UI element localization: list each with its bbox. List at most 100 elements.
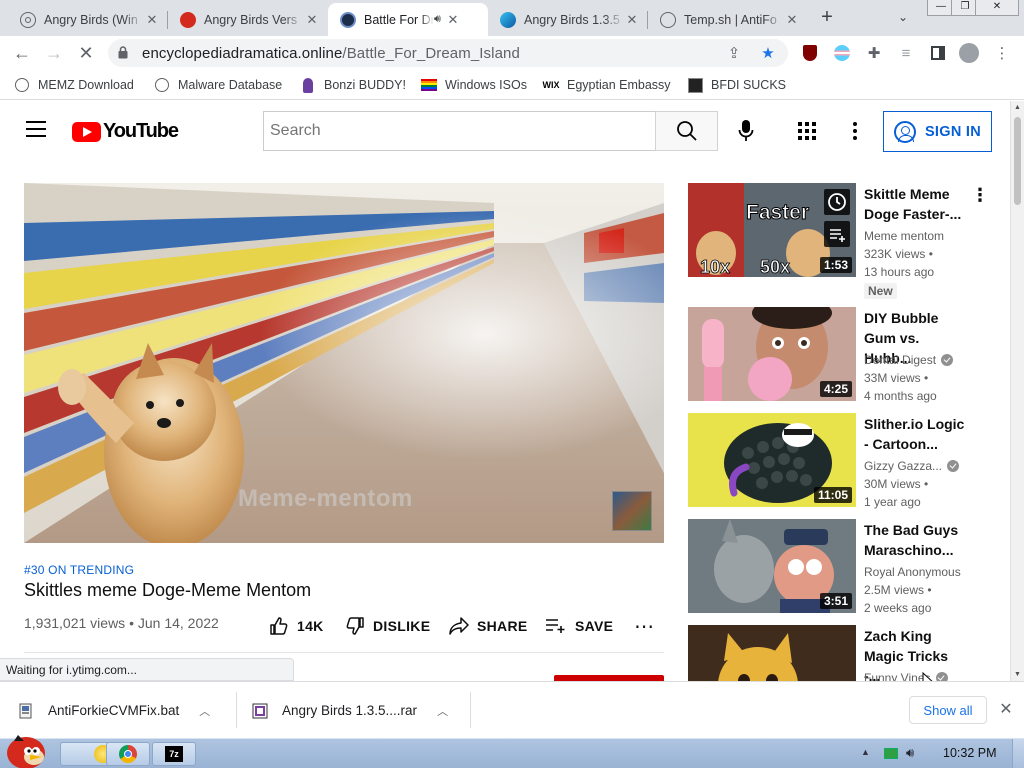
channel-name[interactable]: Gizzy Gazza... bbox=[864, 459, 960, 473]
tab-angry-birds-135[interactable]: Angry Birds 1.3.5 ✕ bbox=[488, 3, 648, 36]
new-tab-button[interactable]: + bbox=[814, 6, 840, 30]
recommendation-item[interactable]: 3:51 The Bad Guys Maraschino... Royal An… bbox=[688, 519, 998, 615]
share-label: SHARE bbox=[477, 618, 528, 634]
like-button[interactable]: 14K bbox=[269, 615, 324, 637]
search-button[interactable] bbox=[655, 111, 718, 151]
search-box bbox=[263, 111, 656, 151]
trending-badge[interactable]: #30 ON TRENDING bbox=[24, 563, 134, 577]
close-icon[interactable]: ✕ bbox=[445, 12, 461, 28]
video-thumbnail[interactable] bbox=[688, 625, 856, 681]
show-hidden-icons-icon[interactable]: ▲ bbox=[861, 747, 870, 757]
tab-temp-sh[interactable]: Temp.sh | AntiFo ✕ bbox=[648, 3, 808, 36]
bookmark-bonzi-buddy[interactable]: Bonzi BUDDY! bbox=[300, 76, 406, 94]
tab-title: Battle For Dream Island bbox=[364, 12, 434, 27]
scroll-up-icon[interactable]: ▲ bbox=[1014, 104, 1021, 111]
recommendation-item[interactable]: 4:25 DIY Bubble Gum vs. Hubb... Dental D… bbox=[688, 307, 998, 403]
recommendation-title[interactable]: The Bad Guys Maraschino... bbox=[864, 520, 968, 560]
recommendation-title[interactable]: Skittle Meme Doge Faster-... bbox=[864, 184, 968, 224]
extensions-puzzle-icon[interactable]: ✚ bbox=[864, 43, 884, 63]
bookmark-egyptian-embassy[interactable]: WIX Egyptian Embassy bbox=[543, 76, 671, 94]
url-path: /Battle_For_Dream_Island bbox=[342, 45, 520, 62]
search-input[interactable] bbox=[264, 112, 655, 150]
close-icon[interactable]: ✕ bbox=[144, 12, 160, 28]
recommendation-title[interactable]: Slither.io Logic - Cartoon... bbox=[864, 414, 968, 454]
close-download-shelf-icon[interactable]: ✕ bbox=[998, 699, 1014, 719]
tab-search-chevron-icon[interactable]: ⌄ bbox=[898, 10, 908, 24]
close-icon[interactable]: ✕ bbox=[304, 12, 320, 28]
save-button[interactable]: SAVE bbox=[545, 615, 613, 637]
video-thumbnail[interactable]: 3:51 bbox=[688, 519, 856, 613]
video-thumbnail[interactable]: 11:05 bbox=[688, 413, 856, 507]
download-item-rar[interactable]: Angry Birds 1.3.5....rar ︿ bbox=[252, 682, 448, 739]
media-control-icon[interactable]: ≡ bbox=[896, 43, 916, 63]
page-scrollbar[interactable]: ▲ ▼ bbox=[1010, 101, 1024, 681]
tab-battle-for-dream-island[interactable]: Battle For Dream Island 🔊︎ ✕ bbox=[328, 3, 488, 36]
channel-name[interactable]: Meme mentom bbox=[864, 229, 944, 243]
close-icon[interactable]: ✕ bbox=[624, 12, 640, 28]
apps-grid-icon[interactable] bbox=[797, 121, 817, 141]
show-all-downloads-button[interactable]: Show all bbox=[909, 696, 987, 724]
start-button-angry-bird-icon[interactable] bbox=[4, 729, 50, 768]
channel-name[interactable]: Dental Digest bbox=[864, 353, 954, 367]
more-actions-icon[interactable]: ⋯ bbox=[634, 615, 654, 638]
save-label: SAVE bbox=[575, 618, 614, 634]
network-status-icon[interactable] bbox=[884, 748, 898, 759]
recommendation-item[interactable]: Zach King Magic Tricks -... Funny Vines bbox=[688, 625, 998, 681]
ublock-icon[interactable] bbox=[800, 43, 820, 63]
share-icon[interactable]: ⇪ bbox=[724, 43, 744, 63]
ed-site-icon bbox=[340, 11, 356, 28]
scrollbar-thumb[interactable] bbox=[1014, 117, 1021, 205]
show-desktop-button[interactable] bbox=[1012, 739, 1024, 768]
settings-more-icon[interactable] bbox=[845, 121, 865, 141]
download-separator bbox=[470, 692, 471, 728]
hamburger-menu-icon[interactable] bbox=[26, 121, 46, 137]
bookmark-bfdi-sucks[interactable]: BFDI SUCKS bbox=[687, 76, 786, 94]
download-shelf: AntiForkieCVMFix.bat ︿ Angry Birds 1.3.5… bbox=[0, 681, 1024, 738]
back-arrow-icon[interactable]: ← bbox=[10, 41, 34, 65]
add-to-playlist-icon bbox=[546, 619, 565, 633]
recommendation-item[interactable]: 11:05 Slither.io Logic - Cartoon... Gizz… bbox=[688, 413, 998, 509]
profile-avatar-icon[interactable] bbox=[959, 43, 979, 63]
stop-loading-icon[interactable]: ✕ bbox=[74, 41, 98, 65]
side-panel-icon[interactable] bbox=[928, 43, 948, 63]
watch-later-clock-icon[interactable] bbox=[824, 189, 850, 215]
bookmark-windows-isos[interactable]: Windows ISOs bbox=[421, 76, 527, 94]
recommendation-menu-icon[interactable]: ⋮ bbox=[971, 185, 989, 206]
bookmark-malware-database[interactable]: Malware Database bbox=[154, 76, 282, 94]
forward-arrow-icon[interactable]: → bbox=[42, 41, 66, 65]
chevron-up-icon[interactable]: ︿ bbox=[199, 703, 210, 719]
chrome-menu-icon[interactable]: ⋮ bbox=[992, 43, 1012, 63]
close-icon[interactable]: ✕ bbox=[784, 12, 800, 28]
tab-title: Angry Birds (Win bbox=[44, 12, 138, 27]
scroll-down-icon[interactable]: ▼ bbox=[1014, 671, 1021, 678]
video-thumbnail[interactable]: 4:25 bbox=[688, 307, 856, 401]
bookmark-label: Egyptian Embassy bbox=[567, 78, 671, 92]
sign-in-button[interactable]: SIGN IN bbox=[883, 111, 992, 152]
share-button[interactable]: SHARE bbox=[449, 615, 528, 637]
extension-flag-icon[interactable] bbox=[832, 43, 852, 63]
bonzi-icon bbox=[300, 77, 316, 93]
bookmark-star-icon[interactable]: ★ bbox=[758, 43, 778, 63]
video-player[interactable]: Meme-mentom bbox=[24, 183, 664, 543]
address-bar[interactable]: encyclopediadramatica.online/Battle_For_… bbox=[108, 39, 788, 67]
tab-angry-birds-vers[interactable]: Angry Birds Vers ✕ bbox=[168, 3, 328, 36]
recommendation-item[interactable]: Faster 10x 50x 1:53 Skittle Meme Doge Fa… bbox=[688, 183, 998, 299]
edge-icon bbox=[500, 11, 516, 28]
add-to-queue-icon[interactable] bbox=[824, 221, 850, 247]
video-thumbnail[interactable]: Faster 10x 50x 1:53 bbox=[688, 183, 856, 277]
7zip-icon: 7z bbox=[165, 746, 183, 762]
channel-name[interactable]: Royal Anonymous bbox=[864, 565, 961, 579]
thumbnail-label-50x: 50x bbox=[760, 257, 790, 277]
chevron-up-icon[interactable]: ︿ bbox=[437, 703, 448, 719]
bookmark-memz-download[interactable]: MEMZ Download bbox=[14, 76, 134, 94]
speaker-icon[interactable]: 🔊︎ bbox=[434, 13, 441, 26]
microphone-icon[interactable] bbox=[735, 119, 757, 143]
taskbar-7zip[interactable]: 7z bbox=[152, 742, 196, 766]
system-clock[interactable]: 10:32 PM bbox=[943, 746, 997, 760]
youtube-logo[interactable]: YouTube bbox=[72, 120, 179, 143]
volume-icon[interactable]: 🔊︎ bbox=[906, 745, 914, 761]
dislike-button[interactable]: DISLIKE bbox=[345, 615, 430, 637]
window-close-button[interactable]: ✕ bbox=[975, 0, 1019, 16]
taskbar-chrome[interactable] bbox=[106, 742, 150, 766]
tab-angry-birds-win[interactable]: Angry Birds (Win ✕ bbox=[8, 3, 168, 36]
